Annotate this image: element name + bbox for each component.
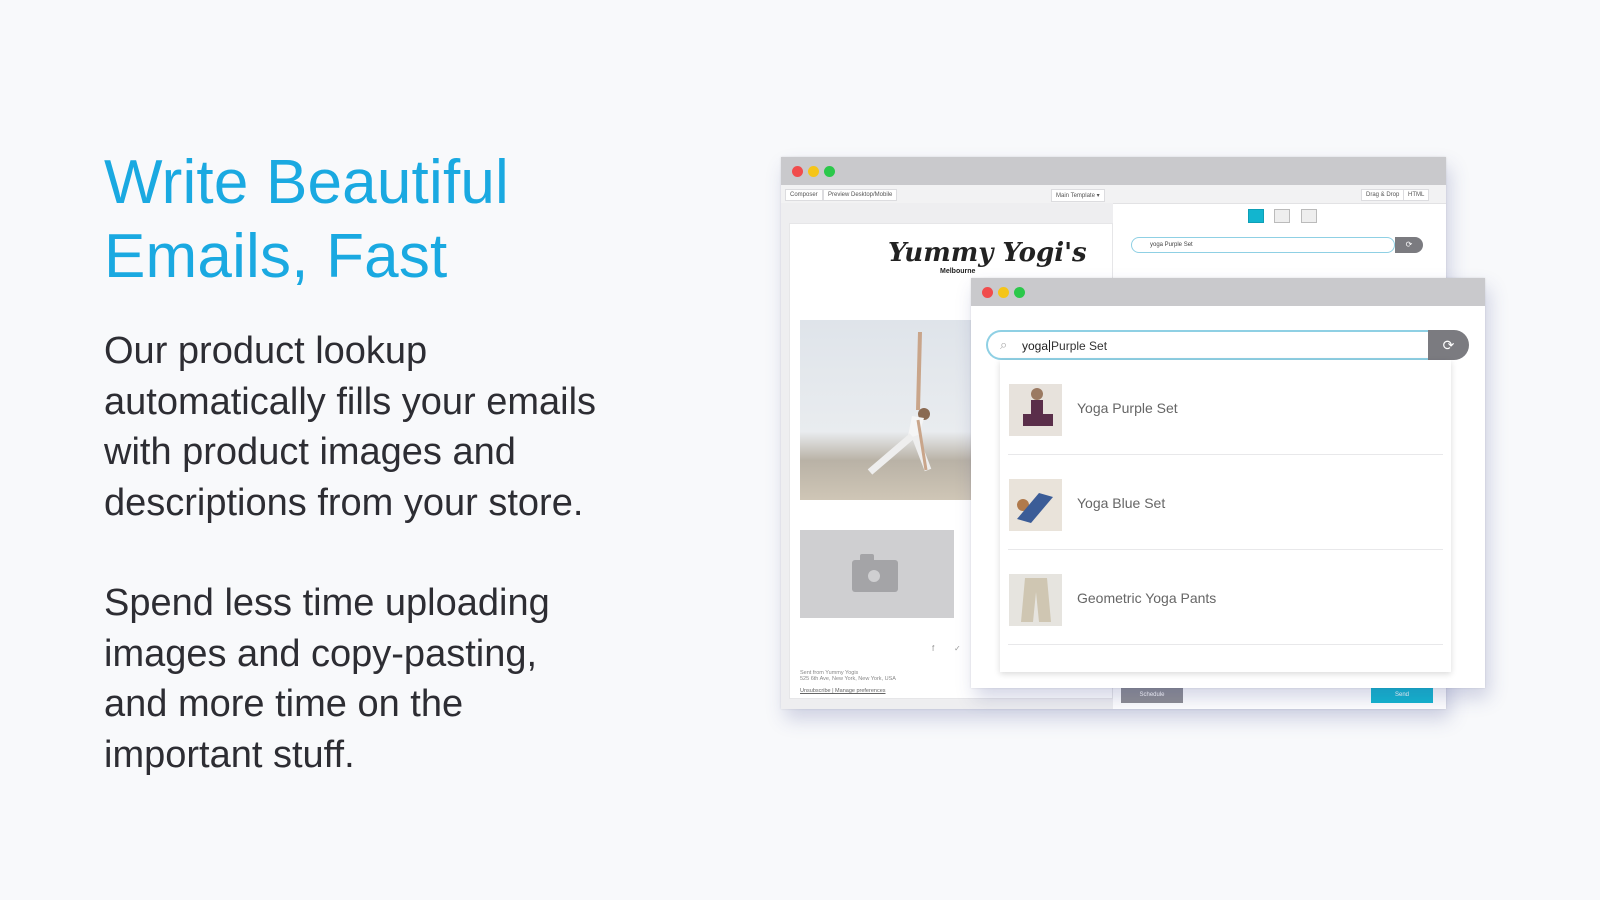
yoga-pose-illustration [867, 331, 932, 475]
paragraph-line: important stuff. [104, 733, 355, 776]
product-lookup-window: ⌕ yoga Purple Set ⟳ Yoga Purple Set Yoga… [971, 278, 1485, 688]
minimize-window-icon[interactable] [998, 287, 1009, 298]
refresh-icon[interactable]: ⟳ [1428, 330, 1469, 360]
headline-line: Emails, Fast [104, 222, 448, 291]
result-item[interactable]: Geometric Yoga Pants [1000, 550, 1451, 645]
facebook-icon[interactable]: f [932, 644, 934, 653]
minimize-window-icon[interactable] [808, 166, 819, 177]
refresh-icon[interactable]: ⟳ [1395, 237, 1423, 253]
pants-image [1009, 574, 1062, 626]
tab-drag-drop[interactable]: Drag & Drop [1361, 189, 1405, 201]
typed-text: yoga [1022, 339, 1049, 353]
send-button[interactable]: Send [1371, 687, 1433, 703]
headline-line: Write Beautiful [104, 148, 510, 217]
tab-composer[interactable]: Composer [785, 189, 823, 201]
paragraph-line: Spend less time uploading [104, 582, 550, 624]
footer-links[interactable]: Unsubscribe | Manage preferences [800, 688, 886, 694]
brand-location: Melbourne [940, 268, 976, 275]
twitter-icon[interactable]: ✓ [954, 644, 961, 653]
result-name: Yoga Blue Set [1077, 495, 1166, 511]
two-column-layout-icon[interactable] [1274, 209, 1291, 223]
window-titlebar [781, 157, 1446, 185]
product-thumbnail [1009, 479, 1062, 531]
product-thumbnail [1009, 384, 1062, 436]
blue-set-image [1009, 479, 1062, 531]
result-name: Geometric Yoga Pants [1077, 590, 1217, 606]
tab-html[interactable]: HTML [1403, 189, 1430, 201]
paragraph-line: images and copy-pasting, [104, 632, 538, 675]
one-column-layout-icon[interactable] [1248, 209, 1264, 223]
email-footer: Sent from Yummy Yogis 525 6th Ave, New Y… [800, 670, 896, 682]
hero-image[interactable] [800, 320, 976, 500]
camera-lens-icon [864, 566, 884, 586]
window-titlebar [971, 278, 1485, 306]
product-lookup-paragraph: Our product lookup automatically fills y… [104, 326, 724, 528]
product-thumbnail [1009, 574, 1062, 626]
result-item[interactable]: Yoga Purple Set [1000, 360, 1451, 455]
search-icon: ⌕ [1000, 337, 1008, 352]
editor-product-search[interactable]: yoga Purple Set [1131, 237, 1395, 253]
layout-options [1248, 209, 1323, 228]
tab-preview[interactable]: Preview Desktop/Mobile [823, 189, 898, 201]
maximize-window-icon[interactable] [1014, 287, 1025, 298]
time-saving-paragraph: Spend less time uploading images and cop… [104, 578, 724, 780]
paragraph-line: Our product lookup [104, 330, 428, 372]
search-query: yoga Purple Set [1022, 339, 1107, 353]
paragraph-line: descriptions from your store. [104, 481, 584, 524]
search-results-dropdown: Yoga Purple Set Yoga Blue Set Geometric … [1000, 360, 1451, 672]
template-dropdown[interactable]: Main Template ▾ [1051, 189, 1105, 202]
purple-set-image [1009, 384, 1062, 436]
product-search-input[interactable]: ⌕ yoga Purple Set [986, 330, 1428, 360]
text-caret [1049, 340, 1051, 352]
close-window-icon[interactable] [982, 287, 993, 298]
headline: Write Beautiful Emails, Fast [104, 146, 509, 294]
image-placeholder[interactable] [800, 530, 954, 618]
result-item[interactable]: Yoga Blue Set [1000, 455, 1451, 550]
footer-address: 525 6th Ave, New York, New York, USA [800, 676, 896, 682]
maximize-window-icon[interactable] [824, 166, 835, 177]
close-window-icon[interactable] [792, 166, 803, 177]
paragraph-line: and more time on the [104, 683, 464, 725]
brand-logo: Yummy Yogi's [888, 238, 1087, 268]
schedule-button[interactable]: Schedule [1121, 687, 1183, 703]
result-name: Yoga Purple Set [1077, 400, 1178, 416]
paragraph-line: automatically fills your emails [104, 380, 597, 423]
divider [1008, 644, 1443, 645]
paragraph-line: with product images and [104, 431, 516, 473]
editor-tab-bar: Composer Preview Desktop/Mobile Main Tem… [781, 185, 1446, 204]
three-column-layout-icon[interactable] [1300, 209, 1317, 223]
autocomplete-text: Purple Set [1051, 339, 1108, 353]
